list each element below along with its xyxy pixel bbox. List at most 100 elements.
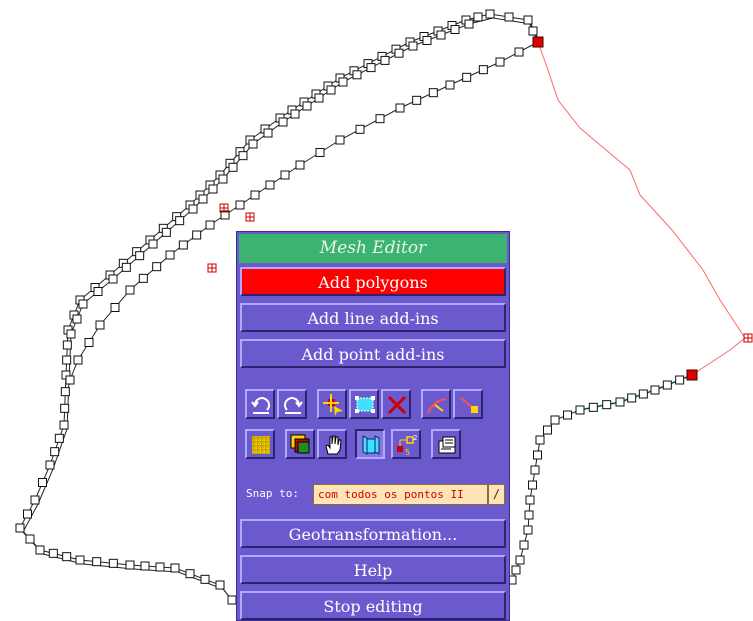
mesh-node — [45, 460, 55, 470]
mesh-node — [473, 12, 483, 22]
snap-to-label: Snap to: — [246, 487, 299, 500]
select-vertices-button[interactable] — [349, 389, 379, 419]
stop-editing-button[interactable]: Stop editing — [240, 591, 506, 620]
geotransformation-button[interactable]: Geotransformation... — [240, 519, 506, 548]
mesh-node — [504, 12, 514, 22]
number-nodes-icon: 25 — [397, 434, 417, 457]
mesh-node — [445, 80, 455, 90]
mesh-node — [528, 26, 538, 36]
mesh-node — [192, 230, 202, 240]
mesh-node — [450, 25, 460, 34]
mesh-node — [161, 227, 171, 237]
mesh-node — [178, 240, 188, 250]
delete-button[interactable] — [381, 389, 411, 419]
properties-icon — [438, 436, 456, 454]
mesh-node — [250, 190, 260, 200]
mesh-node — [95, 320, 105, 330]
undo-button[interactable] — [245, 389, 275, 419]
mesh-node — [66, 329, 76, 339]
mesh-node — [48, 548, 58, 558]
mesh-node — [530, 465, 540, 475]
mesh-node — [73, 355, 83, 365]
mesh-node — [524, 510, 534, 520]
mesh-node — [563, 410, 572, 420]
mesh-node — [263, 128, 273, 138]
properties-button[interactable] — [431, 429, 461, 459]
mesh-node — [205, 220, 215, 230]
select-vertices-icon — [355, 396, 375, 413]
mesh-node — [54, 433, 64, 443]
mesh-node — [326, 85, 336, 95]
mesh-node — [295, 160, 305, 170]
number-nodes-button[interactable]: 25 — [391, 429, 421, 459]
mesh-node — [523, 525, 533, 535]
mesh-node — [543, 425, 552, 435]
mesh-node — [148, 239, 158, 249]
mesh-node — [248, 139, 258, 149]
mesh-node — [335, 135, 345, 145]
mesh-node — [72, 314, 82, 324]
mesh-node — [30, 495, 40, 505]
add-line-addins-button[interactable]: Add line add-ins — [240, 303, 506, 332]
addin-marker-cross — [744, 334, 752, 342]
mesh-node — [627, 393, 637, 403]
mesh-node — [62, 355, 72, 365]
mesh-node — [175, 216, 185, 226]
mesh-node — [35, 545, 45, 555]
help-button[interactable]: Help — [240, 555, 506, 584]
mesh-node — [110, 303, 120, 312]
mesh-node — [152, 262, 162, 272]
mesh-node — [380, 55, 390, 65]
add-polygons-button[interactable]: Add polygons — [240, 267, 506, 296]
mesh-node — [366, 63, 376, 73]
mesh-node — [78, 299, 88, 309]
mesh-node — [278, 117, 288, 127]
addin-marker-cross — [246, 213, 254, 221]
mesh-lower-edge — [511, 374, 693, 581]
overlay-button[interactable] — [285, 429, 315, 459]
mesh-node — [675, 375, 685, 385]
mesh-node — [215, 580, 225, 590]
mesh-node — [185, 569, 195, 579]
redo-icon — [284, 397, 303, 414]
mesh-node — [15, 523, 25, 533]
mesh-node — [238, 151, 248, 161]
delete-vertex-icon — [460, 397, 478, 413]
mesh-node — [462, 72, 472, 82]
pan-hand-icon — [325, 435, 342, 455]
mesh-node — [575, 405, 585, 415]
mesh-node — [315, 148, 325, 157]
redo-button[interactable] — [277, 389, 307, 419]
mesh-node — [338, 77, 348, 87]
mesh-node — [265, 180, 275, 190]
mesh-node — [170, 563, 180, 573]
mesh-node — [93, 287, 103, 296]
mesh-node — [495, 57, 505, 67]
mesh-node — [408, 41, 418, 51]
move-vertex-button[interactable] — [317, 389, 347, 419]
grid-button[interactable] — [245, 429, 275, 459]
snap-to-select[interactable]: com todos os pontos II — [313, 484, 488, 505]
mesh-node — [588, 402, 598, 412]
mesh-node — [355, 124, 365, 134]
delete-vertex-button[interactable] — [453, 389, 483, 419]
mesh-node — [198, 194, 208, 204]
selected-node — [686, 369, 698, 381]
delete-icon — [387, 395, 407, 415]
mesh-node — [535, 435, 545, 445]
mesh-node — [511, 565, 521, 575]
snap-dropdown-button[interactable]: / — [488, 484, 505, 505]
pan-hand-button[interactable] — [317, 429, 347, 459]
mesh-node — [121, 262, 131, 272]
mesh-node — [290, 109, 300, 119]
mesh-node — [514, 47, 524, 57]
undo-icon — [251, 397, 270, 414]
mesh-node — [525, 495, 535, 505]
mesh-node — [280, 170, 290, 180]
split-line-button[interactable] — [421, 389, 451, 419]
add-point-addins-button[interactable]: Add point add-ins — [240, 339, 506, 368]
mesh-node — [155, 562, 165, 572]
mesh-node — [65, 375, 75, 385]
mesh-view-button[interactable] — [355, 429, 385, 459]
mesh-node — [638, 389, 648, 399]
